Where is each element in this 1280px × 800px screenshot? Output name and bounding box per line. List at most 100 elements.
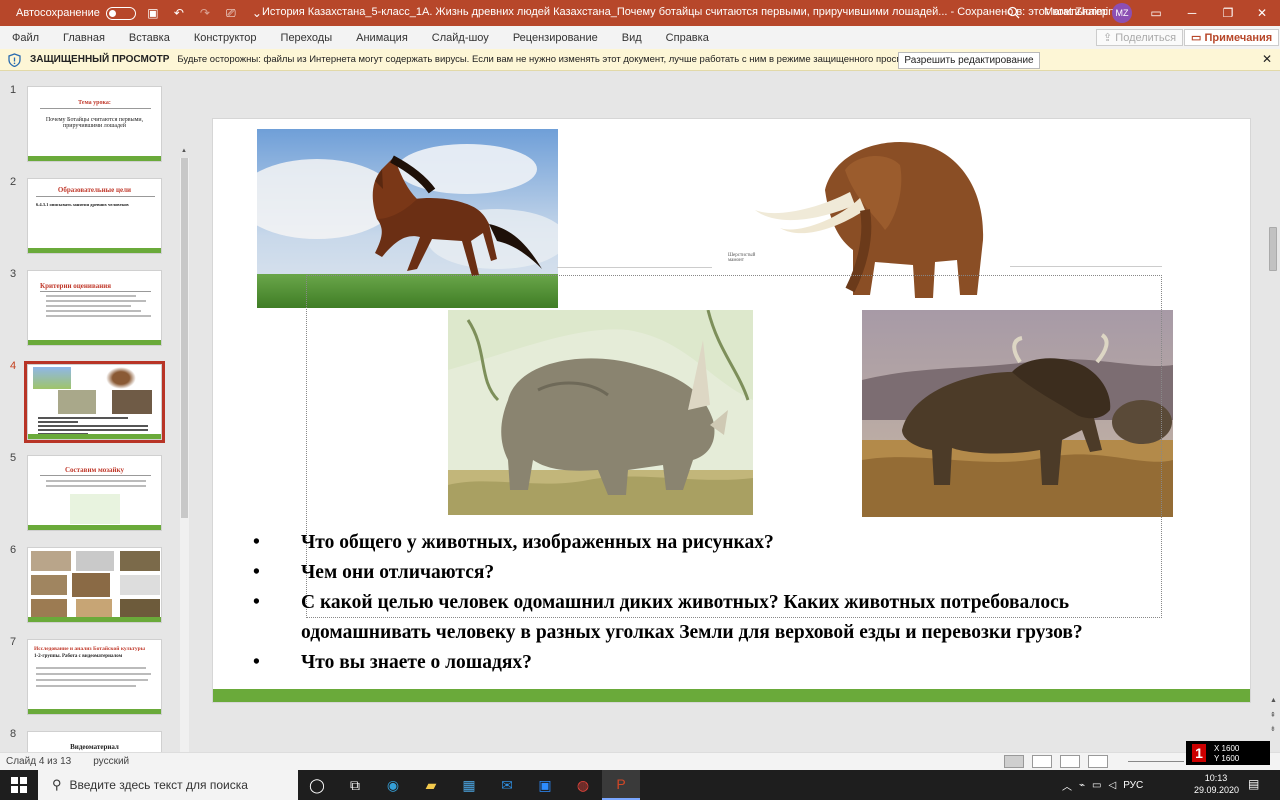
zoom-slider[interactable]: [1128, 761, 1184, 762]
powerpoint-icon[interactable]: P: [602, 770, 640, 800]
comment-icon: ▭: [1191, 32, 1205, 44]
tray-chevron-icon[interactable]: ︿: [1062, 778, 1072, 793]
slide-thumbnail-1[interactable]: Тема урока: Почему Ботайцы считаются пер…: [27, 86, 162, 162]
thumb-title: Тема урока:: [78, 100, 111, 106]
search-icon[interactable]: [1004, 3, 1022, 21]
thumb-title: Образовательные цели: [57, 186, 132, 194]
thumb-green-bar: [28, 248, 161, 253]
slide-sorter-icon[interactable]: [1032, 755, 1052, 768]
scroll-up-icon[interactable]: ▲: [1270, 697, 1277, 704]
editor-scrollbar[interactable]: ▲ ⇞ ⇟: [1266, 71, 1280, 752]
mammoth-caption: Шерстистый мамонт: [728, 253, 756, 263]
menu-animations[interactable]: Анимация: [344, 32, 420, 44]
input-language[interactable]: РУС: [1123, 780, 1143, 791]
slide-thumbnail-6[interactable]: [27, 547, 162, 623]
taskbar-search-input[interactable]: ⚲ Введите здесь текст для поиска: [38, 770, 298, 800]
recorder-y: Y 1600: [1214, 754, 1240, 763]
bullet-question-1: Что общего у животных, изображенных на р…: [253, 528, 1193, 558]
file-explorer-icon[interactable]: ▰: [412, 770, 450, 800]
protected-view-title: ЗАЩИЩЕННЫЙ ПРОСМОТР: [30, 54, 170, 65]
mail-icon[interactable]: ✉: [488, 770, 526, 800]
thumb-number: 7: [10, 636, 17, 648]
battery-icon[interactable]: ▭: [1092, 780, 1101, 791]
menu-insert[interactable]: Вставка: [117, 32, 182, 44]
close-icon[interactable]: ✕: [1244, 0, 1280, 26]
menu-home[interactable]: Главная: [51, 32, 117, 44]
user-name[interactable]: Marat Zhaimin: [1044, 6, 1114, 18]
thumb-subtitle: Почему Ботайцы считаются первыми, прируч…: [45, 117, 144, 129]
thumb-number: 6: [10, 544, 17, 556]
thumb-text-line: [46, 295, 136, 297]
thumb-title: Видеоматериал: [70, 743, 119, 751]
scroll-thumb[interactable]: [1269, 227, 1277, 271]
volume-icon[interactable]: ◁: [1108, 780, 1116, 791]
artifact-image-thumb: [31, 575, 67, 595]
notifications-icon[interactable]: ▤: [1248, 777, 1259, 791]
menu-view[interactable]: Вид: [610, 32, 654, 44]
thumb-number: 1: [10, 84, 17, 96]
thumb-text-line: [46, 310, 141, 312]
menu-file[interactable]: Файл: [0, 32, 51, 44]
slide-thumbnail-3[interactable]: Критерии оценивания: [27, 270, 162, 346]
zoom-icon[interactable]: ▣: [526, 770, 564, 800]
caption-rule-left: [557, 267, 712, 268]
windows-start-icon[interactable]: [0, 770, 38, 800]
redo-icon[interactable]: ↷: [196, 4, 214, 22]
thumb-title: Критерии оценивания: [40, 282, 112, 290]
language-indicator[interactable]: русский: [93, 756, 129, 767]
task-view-icon[interactable]: ⧉: [336, 770, 374, 800]
undo-icon[interactable]: ↶: [170, 4, 188, 22]
restore-icon[interactable]: ❐: [1210, 0, 1246, 26]
slide-thumbnail-5[interactable]: Составим мозайку: [27, 455, 162, 531]
menu-review[interactable]: Рецензирование: [501, 32, 610, 44]
slide-question-list[interactable]: Что общего у животных, изображенных на р…: [253, 528, 1193, 678]
save-icon[interactable]: ▣: [144, 4, 162, 22]
present-icon[interactable]: ⎚: [222, 4, 240, 22]
store-icon[interactable]: ▦: [450, 770, 488, 800]
selected-thumbnail-frame: [24, 361, 165, 443]
artifact-image-thumb: [31, 599, 67, 617]
slide-thumbnail-7[interactable]: Исследование и анализ Ботайской культуры…: [27, 639, 162, 715]
recorder-badge: 1: [1192, 744, 1206, 762]
edge-icon[interactable]: ◉: [374, 770, 412, 800]
thumbnails-scrollbar[interactable]: ▲ ▼: [180, 148, 189, 752]
reading-view-icon[interactable]: [1060, 755, 1080, 768]
normal-view-icon[interactable]: [1004, 755, 1024, 768]
protected-view-message: Будьте осторожны: файлы из Интернета мог…: [177, 54, 926, 65]
menu-design[interactable]: Конструктор: [182, 32, 269, 44]
slideshow-view-icon[interactable]: [1088, 755, 1108, 768]
thumb-green-bar: [28, 709, 161, 714]
enable-editing-button[interactable]: Разрешить редактирование: [898, 52, 1040, 69]
autosave-toggle[interactable]: [105, 6, 136, 20]
document-title: История Казахстана_5-класс_1А. Жизнь дре…: [262, 6, 1109, 18]
ribbon-display-icon[interactable]: ▭: [1138, 0, 1174, 26]
minimize-icon[interactable]: ─: [1174, 0, 1210, 26]
menu-slideshow[interactable]: Слайд-шоу: [420, 32, 501, 44]
share-icon: ⇪: [1103, 32, 1116, 44]
prev-slide-icon[interactable]: ⇞: [1270, 711, 1276, 719]
close-icon[interactable]: ✕: [1262, 52, 1272, 66]
menu-help[interactable]: Справка: [654, 32, 721, 44]
scroll-thumb[interactable]: [181, 158, 188, 518]
thumb-number: 5: [10, 452, 17, 464]
thumb-subtitle: 1-2-группы. Работа с видеоматериалом: [34, 654, 123, 659]
scroll-up-icon[interactable]: ▲: [181, 148, 187, 154]
view-buttons: [1004, 755, 1108, 768]
menu-transitions[interactable]: Переходы: [269, 32, 345, 44]
share-button[interactable]: ⇪ Поделиться: [1096, 29, 1184, 46]
slide-thumbnail-2[interactable]: Образовательные цели 6.4.3.1 описывать з…: [27, 178, 162, 254]
slide-thumbnail-8[interactable]: Видеоматериал: [27, 731, 162, 752]
avatar[interactable]: MZ: [1112, 3, 1132, 23]
search-icon: ⚲: [52, 777, 62, 792]
network-icon[interactable]: ⌁: [1079, 780, 1085, 791]
comments-button[interactable]: ▭ Примечания: [1184, 29, 1280, 46]
chrome-icon[interactable]: ◍: [564, 770, 602, 800]
thumb-rule: [40, 108, 151, 109]
system-tray: ︿ ⌁ ▭ ◁ РУС: [1062, 770, 1143, 800]
next-slide-icon[interactable]: ⇟: [1270, 725, 1276, 733]
system-clock[interactable]: 10:13 29.09.2020: [1194, 772, 1239, 796]
artifact-image-thumb: [76, 599, 112, 617]
cortana-icon[interactable]: ◯: [298, 770, 336, 800]
screen-recorder-overlay: 1 X 1600 Y 1600: [1186, 741, 1270, 765]
thumb-text-line: [46, 315, 151, 317]
